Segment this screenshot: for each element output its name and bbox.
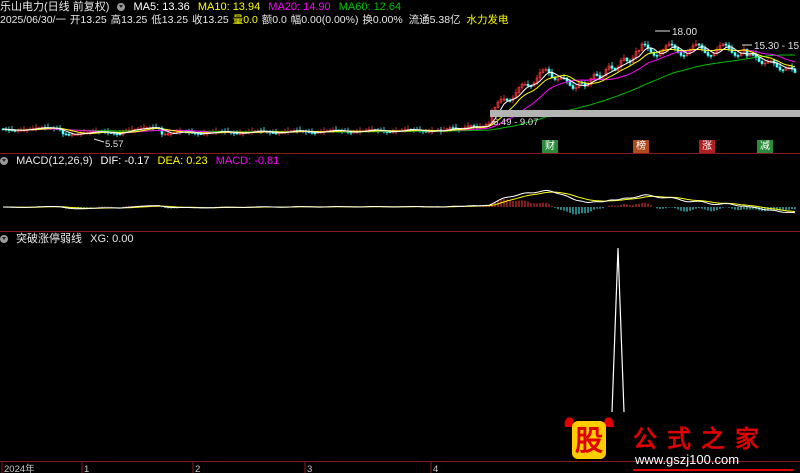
time-axis-label: 4	[433, 464, 438, 473]
candle-body	[736, 55, 740, 57]
candle-body	[526, 84, 530, 87]
candle-body	[571, 85, 575, 89]
candle-body	[655, 55, 659, 57]
candle-body	[115, 133, 119, 135]
candle-body	[313, 132, 317, 134]
low-price-mark: 5.57	[105, 139, 124, 150]
dea-line	[3, 191, 796, 213]
candle-body	[118, 133, 122, 136]
time-axis-label: 2024年	[4, 463, 35, 473]
watermark-logo: 股	[561, 413, 617, 463]
watermark-url: www.gszj100.com	[635, 452, 740, 467]
candlestick-series	[1, 40, 797, 138]
candle-body	[595, 73, 599, 76]
price-range-band	[490, 110, 800, 117]
right-price-mark: 15.30 - 15.2	[754, 41, 800, 52]
event-tag-reduce[interactable]: 减	[757, 140, 773, 153]
time-axis-label: 2	[195, 464, 200, 473]
watermark-underline	[633, 469, 793, 471]
watermark-site-name: 公式之家	[633, 425, 769, 453]
ma5-line	[2, 46, 796, 135]
xg-signal-line	[611, 247, 625, 413]
candle-body	[778, 66, 782, 71]
candle-body	[733, 52, 737, 56]
candle-body	[649, 47, 653, 53]
candle-body	[679, 52, 683, 56]
candle-body	[757, 57, 761, 62]
event-tag-earnings[interactable]: 财	[542, 140, 558, 153]
event-tag-limit-up[interactable]: 涨	[699, 140, 715, 153]
site-watermark: 股 公式之家 www.gszj100.com	[555, 413, 800, 473]
candle-body	[310, 132, 314, 134]
candle-body	[505, 98, 509, 101]
candle-body	[13, 130, 17, 132]
kline-chart-canvas[interactable]: 18.00 15.30 - 15.2 5.57 6.49 - 9.07 2024…	[0, 0, 800, 473]
watermark-logo-char: 股	[575, 424, 604, 457]
candle-body	[724, 43, 728, 46]
candle-body	[67, 134, 71, 136]
candle-body	[274, 132, 278, 135]
candle-body	[550, 72, 554, 78]
candle-body	[112, 132, 116, 135]
high-price-mark: 18.00	[672, 27, 697, 38]
low-mark-leader	[93, 138, 105, 143]
time-axis-label: 3	[307, 464, 312, 473]
candle-body	[706, 52, 710, 56]
candle-body	[451, 127, 455, 129]
candle-body	[670, 43, 674, 46]
candle-body	[199, 133, 203, 135]
range-price-mark: 6.49 - 9.07	[493, 117, 538, 128]
candle-body	[643, 43, 647, 46]
candle-body	[64, 133, 68, 136]
time-axis: 2024年 1 2 3 4	[1, 462, 438, 473]
candle-body	[697, 43, 701, 46]
candle-body	[625, 57, 629, 62]
candle-body	[271, 132, 275, 134]
candle-body	[781, 69, 785, 72]
time-axis-label: 1	[84, 464, 89, 473]
ma10-line	[2, 48, 796, 135]
ma20-line	[2, 48, 796, 134]
candle-body	[760, 61, 764, 64]
candle-body	[751, 53, 755, 56]
event-tag-ranking[interactable]: 榜	[633, 140, 649, 153]
candle-body	[709, 55, 713, 57]
ma60-line	[2, 54, 795, 133]
candle-body	[235, 132, 239, 135]
candle-body	[682, 55, 686, 57]
candle-body	[610, 65, 614, 69]
dif-line	[2, 189, 796, 214]
candle-body	[196, 133, 200, 135]
